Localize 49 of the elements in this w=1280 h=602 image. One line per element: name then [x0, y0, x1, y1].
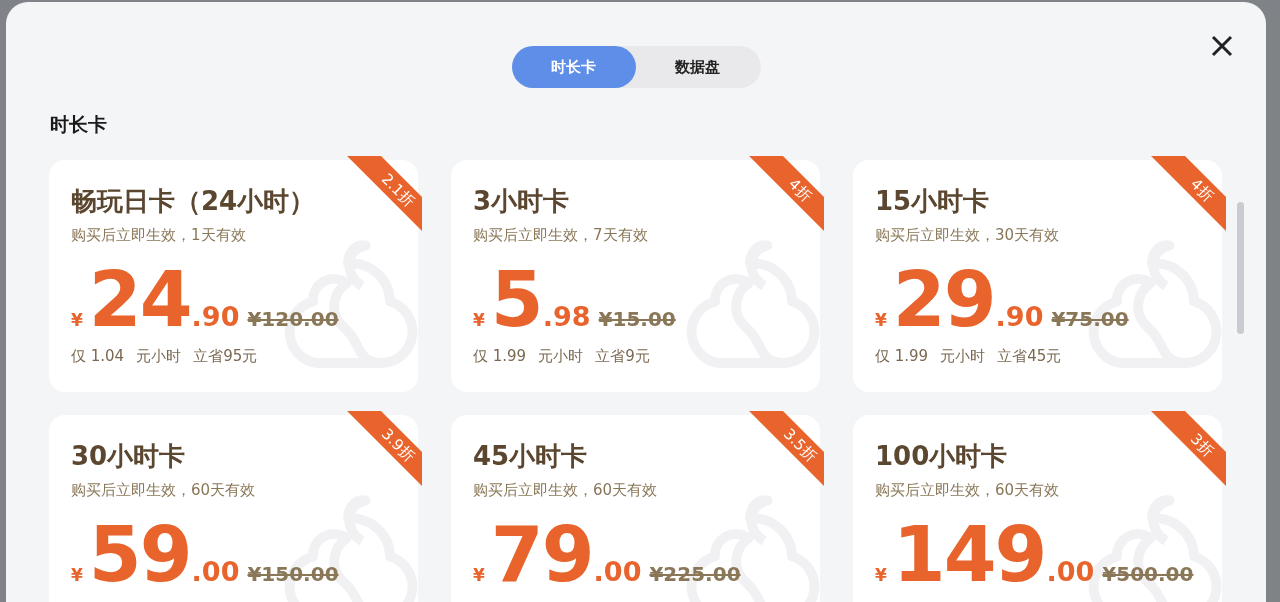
- currency-symbol: ¥: [875, 565, 887, 585]
- price-decimal: .00: [593, 556, 642, 587]
- price-decimal: .98: [542, 301, 591, 332]
- price-integer: 29: [892, 271, 995, 329]
- savings-text: 立省45元: [997, 347, 1062, 366]
- card-title: 15小时卡: [875, 185, 990, 218]
- validity-text: 购买后立即生效，60天有效: [473, 481, 659, 500]
- price-decimal: .90: [995, 301, 1044, 332]
- price-integer: 24: [88, 271, 191, 329]
- original-price: ¥500.00: [1102, 562, 1194, 586]
- section-title: 时长卡: [50, 112, 108, 136]
- validity-text: 购买后立即生效，60天有效: [71, 481, 257, 500]
- card-title: 100小时卡: [875, 440, 1008, 473]
- unit-label: 元小时: [136, 347, 182, 366]
- price-integer: 79: [490, 526, 593, 584]
- card-title: 3小时卡: [473, 185, 570, 218]
- original-price: ¥120.00: [247, 307, 339, 331]
- card-title: 45小时卡: [473, 440, 588, 473]
- unit-label: 元小时: [940, 347, 986, 366]
- validity-text: 购买后立即生效，7天有效: [473, 226, 649, 245]
- original-price: ¥75.00: [1051, 307, 1129, 331]
- per-hour-price: 仅 1.04: [71, 347, 125, 366]
- validity-text: 购买后立即生效，30天有效: [875, 226, 1061, 245]
- validity-text: 购买后立即生效，60天有效: [875, 481, 1061, 500]
- currency-symbol: ¥: [473, 565, 485, 585]
- close-icon[interactable]: [1210, 34, 1234, 58]
- per-hour-price: 仅 1.99: [473, 347, 527, 366]
- price-decimal: .00: [191, 556, 240, 587]
- per-hour-price: 仅 1.99: [875, 347, 929, 366]
- original-price: ¥15.00: [598, 307, 676, 331]
- price-decimal: .00: [1046, 556, 1095, 587]
- price-integer: 59: [88, 526, 191, 584]
- validity-text: 购买后立即生效，1天有效: [71, 226, 247, 245]
- original-price: ¥225.00: [649, 562, 741, 586]
- savings-text: 立省95元: [193, 347, 258, 366]
- currency-symbol: ¥: [71, 310, 83, 330]
- price-decimal: .90: [191, 301, 240, 332]
- currency-symbol: ¥: [71, 565, 83, 585]
- price-integer: 149: [892, 526, 1046, 584]
- original-price: ¥150.00: [247, 562, 339, 586]
- scrollbar-thumb[interactable]: [1237, 202, 1244, 334]
- savings-text: 立省9元: [595, 347, 650, 366]
- unit-label: 元小时: [538, 347, 584, 366]
- currency-symbol: ¥: [875, 310, 887, 330]
- card-title: 畅玩日卡（24小时）: [71, 185, 316, 218]
- price-integer: 5: [490, 271, 542, 329]
- currency-symbol: ¥: [473, 310, 485, 330]
- card-title: 30小时卡: [71, 440, 186, 473]
- tab[interactable]: 数据盘: [635, 46, 760, 88]
